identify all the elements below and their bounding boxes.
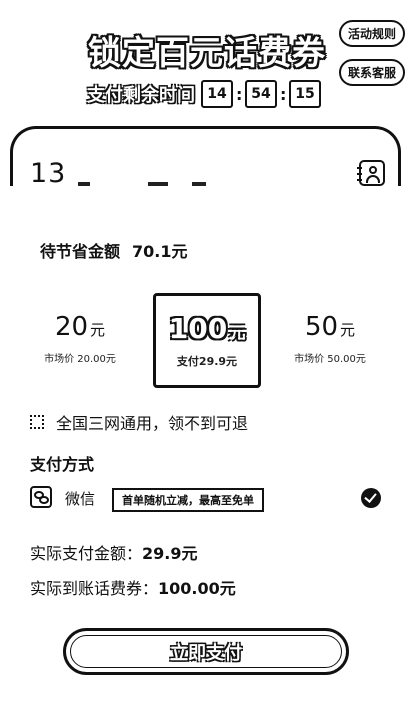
activity-rules-button[interactable]: 活动规则 [339,20,405,47]
option-50[interactable]: 50 元 市场价 50.00元 [280,312,380,365]
actual-receive-row: 实际到账话费券：100.00元 [30,575,236,599]
option-value: 20 [54,312,89,342]
option-unit: 元 [90,321,106,339]
checkmark-icon[interactable] [361,488,381,508]
actual-receive-label: 实际到账话费券： [30,579,159,598]
option-20[interactable]: 20 元 市场价 20.00元 [30,312,130,365]
countdown-label: 支付剩余时间 [87,85,195,106]
option-market-price: 市场价 20.00元 [44,354,116,365]
option-unit: 元 [229,323,246,342]
promo-tag: 首单随机立减，最高至免单 [112,488,264,512]
colon: : [280,84,287,104]
masked-digits [148,182,168,186]
actual-receive-value: 100.00元 [158,579,236,598]
savings-row: 待节省金额 70.1元 [40,238,188,262]
option-value: 50 [304,312,339,342]
wechat-pay-option[interactable]: 微信 首单随机立减，最高至免单 [30,486,385,512]
countdown-minutes: 54 [245,80,277,108]
banner-title: 锁定百元话费券 [88,33,326,72]
savings-amount: 70.1元 [132,242,188,261]
actual-pay-row: 实际支付金额：29.9元 [30,540,198,564]
option-unit: 元 [340,321,356,339]
countdown-hours: 14 [201,80,233,108]
option-100-selected[interactable]: 100 元 支付29.9元 [153,293,261,388]
phone-number[interactable]: 13 [30,158,66,189]
countdown-seconds: 15 [289,80,321,108]
option-market-price: 市场价 50.00元 [294,354,366,365]
masked-digits [192,182,206,186]
wechat-label: 微信 [65,490,96,508]
savings-label: 待节省金额 [40,242,121,261]
pay-now-button[interactable]: 立即支付 [63,628,349,675]
colon: : [236,84,243,104]
pay-now-label: 立即支付 [170,642,242,664]
contacts-icon[interactable] [357,160,385,186]
notice-row: 全国三网通用，领不到可退 [30,410,248,434]
notice-text: 全国三网通用，领不到可退 [56,414,249,433]
actual-pay-value: 29.9元 [142,544,198,563]
option-value: 100 [168,312,228,345]
contact-service-button[interactable]: 联系客服 [339,59,405,86]
payment-method-title: 支付方式 [30,455,95,474]
masked-digits [78,182,90,186]
actual-pay-label: 实际支付金额： [30,544,143,563]
phone-row[interactable]: 13 [30,158,385,192]
info-icon [30,415,44,429]
option-pay-price: 支付29.9元 [176,355,238,368]
wechat-icon [30,486,52,508]
countdown: 支付剩余时间 14 : 54 : 15 [87,80,321,108]
